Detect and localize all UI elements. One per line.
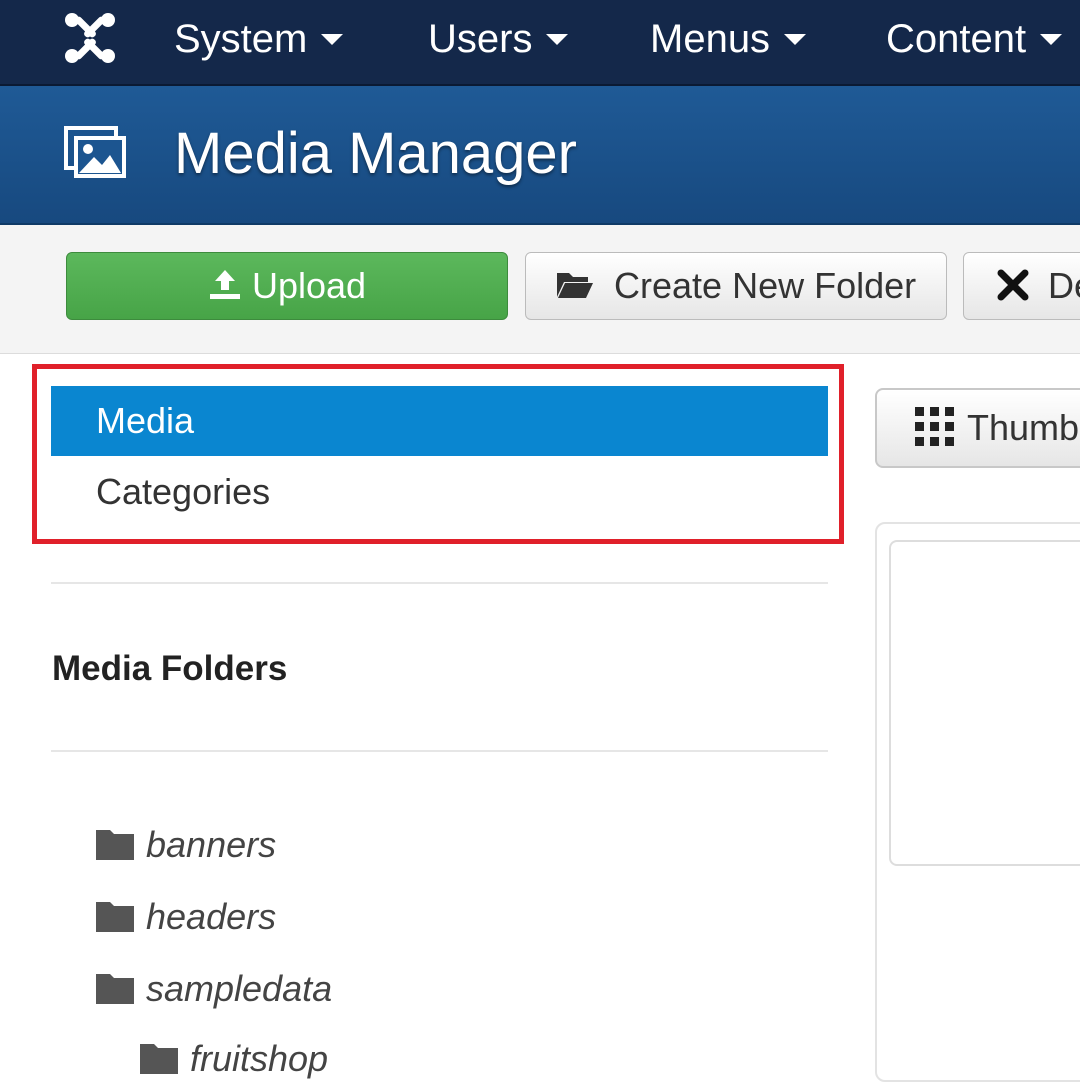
upload-button-label: Upload xyxy=(251,265,367,306)
nav-menu-menus[interactable]: Menus xyxy=(650,14,807,64)
divider xyxy=(51,582,828,584)
folder-label: fruitshop xyxy=(190,1038,329,1079)
toolbar: Upload Create New Folder De xyxy=(0,225,1080,354)
page-header: Media Manager xyxy=(0,86,1080,225)
sidebar-item-label: Media xyxy=(96,400,195,441)
folder-label: headers xyxy=(146,896,277,937)
folder-icon xyxy=(96,974,134,1005)
caret-down-icon xyxy=(321,33,344,45)
folder-open-icon xyxy=(557,273,593,299)
folder-item-headers[interactable]: headers xyxy=(96,892,276,942)
thumbnail-view-button[interactable]: Thumb xyxy=(875,388,1080,468)
create-new-folder-label: Create New Folder xyxy=(614,265,917,306)
sidebar-item-media[interactable]: Media xyxy=(51,386,828,456)
grid-icon xyxy=(915,407,954,447)
divider xyxy=(51,750,828,752)
nav-menu-label: System xyxy=(174,17,308,61)
nav-menu-system[interactable]: System xyxy=(174,14,344,64)
sidebar-item-categories[interactable]: Categories xyxy=(51,457,828,527)
folder-icon xyxy=(140,1044,178,1075)
folder-icon xyxy=(96,830,134,861)
caret-down-icon xyxy=(784,33,807,45)
folder-icon xyxy=(96,902,134,933)
upload-icon xyxy=(209,270,240,300)
folder-label: banners xyxy=(146,824,277,865)
thumbnail-view-label: Thumb xyxy=(967,407,1080,448)
sidebar-item-label: Categories xyxy=(96,471,271,512)
nav-menu-label: Menus xyxy=(650,17,771,61)
folder-label: sampledata xyxy=(146,968,333,1009)
folder-item-sampledata[interactable]: sampledata xyxy=(96,964,332,1014)
caret-down-icon xyxy=(546,33,569,45)
close-icon xyxy=(997,269,1029,301)
joomla-logo-icon[interactable] xyxy=(62,10,118,66)
delete-button[interactable]: De xyxy=(963,252,1080,320)
caret-down-icon xyxy=(1040,33,1063,45)
media-thumbnail-frame[interactable] xyxy=(889,540,1080,866)
media-folders-heading: Media Folders xyxy=(52,649,288,688)
nav-menu-content[interactable]: Content xyxy=(886,14,1063,64)
nav-menu-label: Users xyxy=(428,17,533,61)
folder-item-banners[interactable]: banners xyxy=(96,820,276,870)
top-navbar: System Users Menus Content xyxy=(0,0,1080,86)
create-new-folder-button[interactable]: Create New Folder xyxy=(525,252,947,320)
nav-menu-label: Content xyxy=(886,17,1027,61)
page-title: Media Manager xyxy=(174,121,577,186)
upload-button[interactable]: Upload xyxy=(66,252,508,320)
folder-item-fruitshop[interactable]: fruitshop xyxy=(140,1034,328,1084)
image-icon xyxy=(64,126,126,178)
delete-button-label: De xyxy=(1048,265,1080,306)
nav-menu-users[interactable]: Users xyxy=(428,14,569,64)
